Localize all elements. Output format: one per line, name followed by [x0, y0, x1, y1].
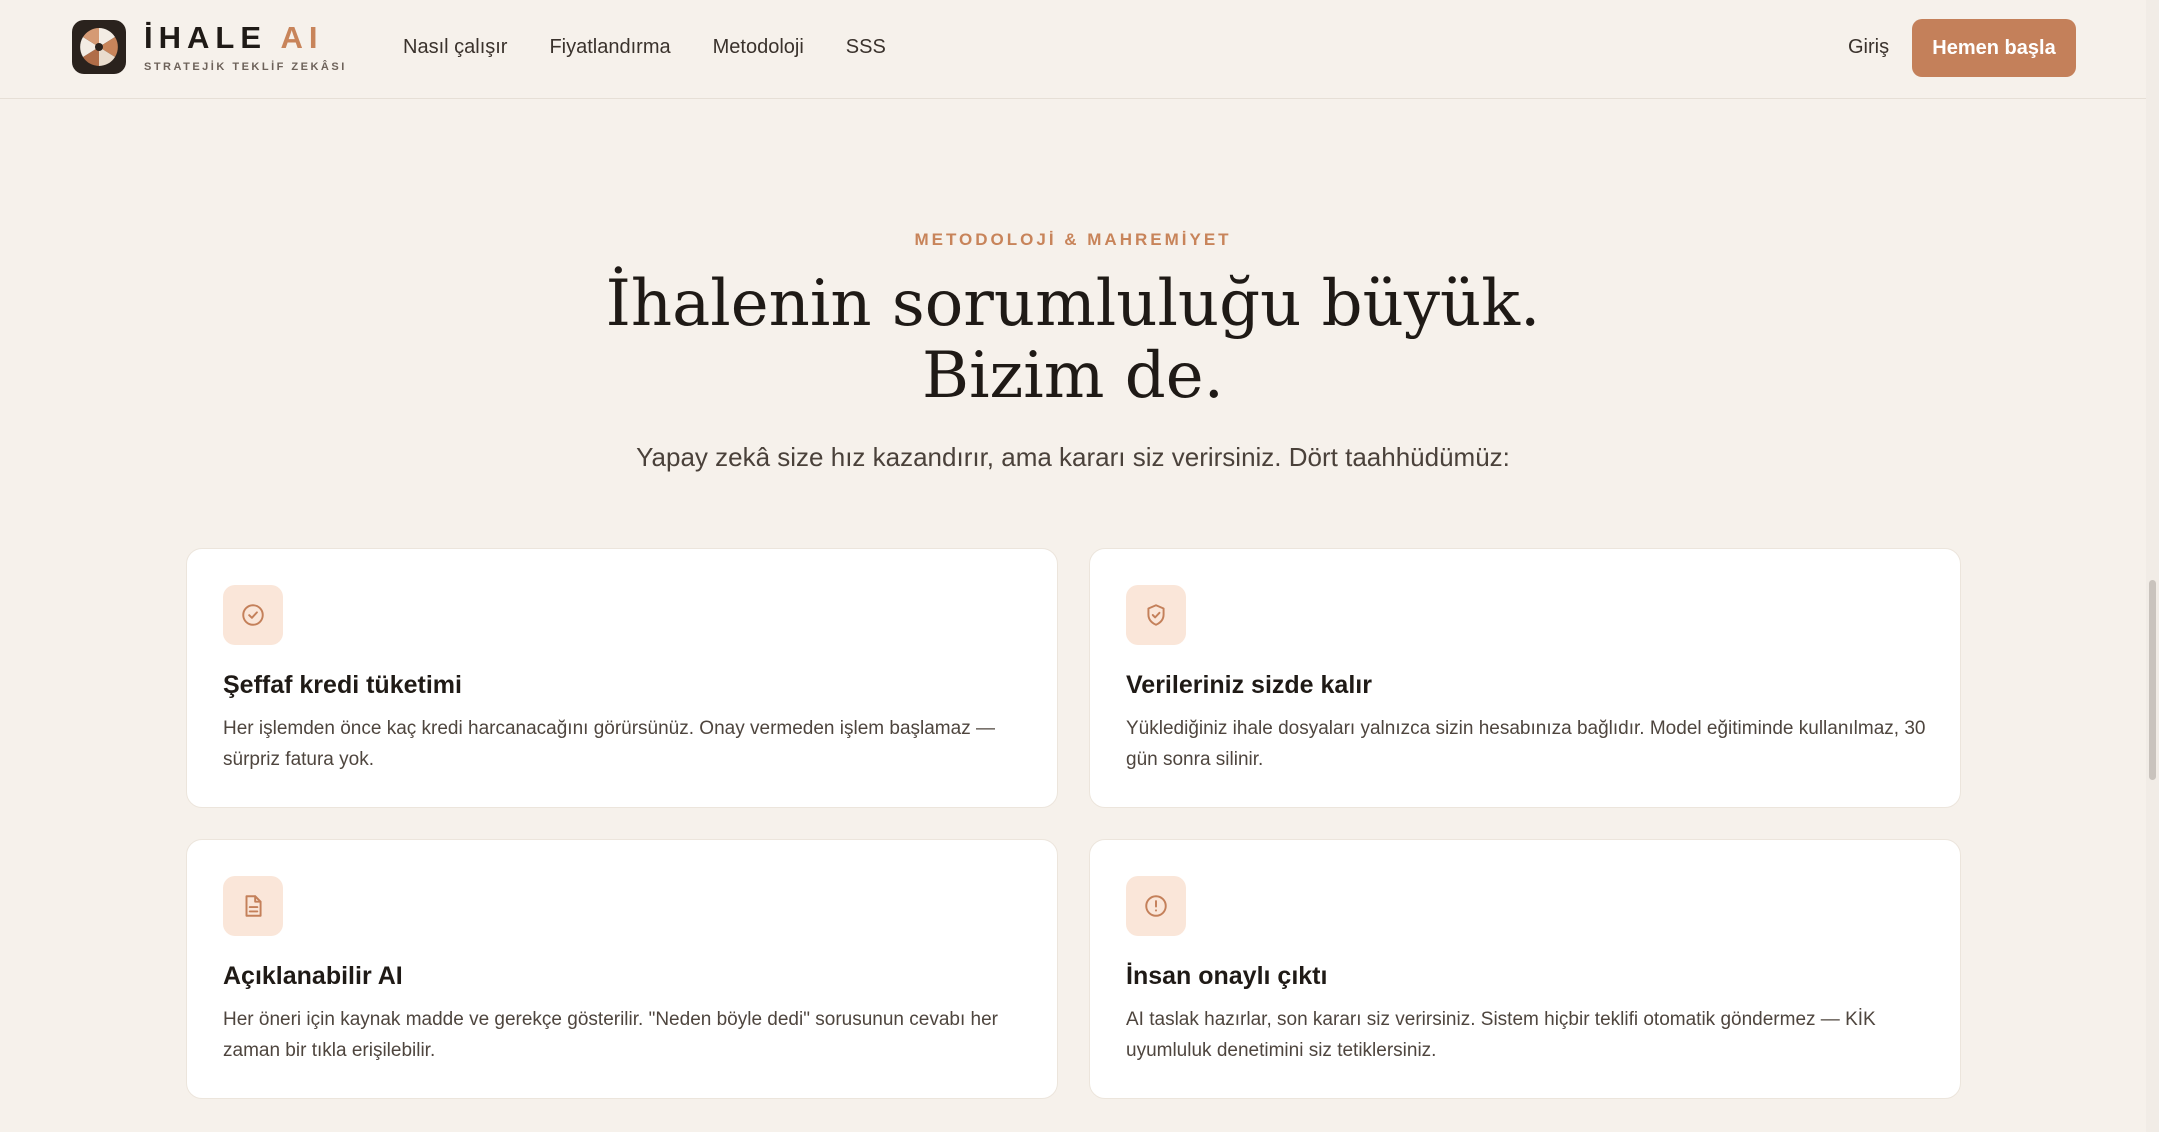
card-title: Şeffaf kredi tüketimi: [223, 671, 462, 699]
document-icon: [223, 876, 283, 936]
nav-pricing[interactable]: Fiyatlandırma: [549, 36, 670, 59]
card-title: Açıklanabilir AI: [223, 962, 403, 990]
aperture-logo-icon: [72, 20, 126, 74]
brand-subtitle: STRATEJİK TEKLİF ZEKÂSI: [144, 61, 347, 73]
login-link[interactable]: Giriş: [1848, 36, 1889, 59]
commitment-card-data-stays: Verileriniz sizde kalır Yüklediğiniz iha…: [1089, 548, 1961, 808]
main-nav: Nasıl çalışır Fiyatlandırma Metodoloji S…: [403, 36, 886, 59]
shield-check-icon: [1126, 585, 1186, 645]
brand-title: İHALE AI: [144, 21, 347, 55]
section-headline: İhalenin sorumluluğu büyük. Bizim de.: [0, 268, 2146, 412]
page-scrollbar[interactable]: [2146, 0, 2159, 1132]
nav-faq[interactable]: SSS: [846, 36, 886, 59]
get-started-button[interactable]: Hemen başla: [1912, 19, 2076, 77]
brand-text: İHALE AI STRATEJİK TEKLİF ZEKÂSI: [144, 21, 347, 74]
check-circle-icon: [223, 585, 283, 645]
alert-circle-icon: [1126, 876, 1186, 936]
card-description: AI taslak hazırlar, son kararı siz verir…: [1126, 1009, 1876, 1061]
brand-title-accent: AI: [280, 20, 324, 55]
card-description: Yüklediğiniz ihale dosyaları yalnızca si…: [1126, 718, 1926, 770]
headline-line-1: İhalenin sorumluluğu büyük.: [605, 267, 1541, 341]
scrollbar-thumb[interactable]: [2149, 580, 2156, 780]
nav-methodology[interactable]: Metodoloji: [713, 36, 804, 59]
commitment-card-human-approved: İnsan onaylı çıktı AI taslak hazırlar, s…: [1089, 839, 1961, 1099]
card-title: Verileriniz sizde kalır: [1126, 671, 1372, 699]
brand-logo[interactable]: İHALE AI STRATEJİK TEKLİF ZEKÂSI: [72, 20, 347, 74]
card-description: Her işlemden önce kaç kredi harcanacağın…: [223, 718, 995, 770]
site-header: İHALE AI STRATEJİK TEKLİF ZEKÂSI Nasıl ç…: [0, 0, 2146, 99]
commitment-card-explainable-ai: Açıklanabilir AI Her öneri için kaynak m…: [186, 839, 1058, 1099]
section-lede: Yapay zekâ size hız kazandırır, ama kara…: [636, 442, 1510, 472]
headline-line-2: Bizim de.: [922, 339, 1224, 413]
card-title: İnsan onaylı çıktı: [1126, 962, 1328, 990]
nav-how-it-works[interactable]: Nasıl çalışır: [403, 36, 507, 59]
section-eyebrow: METODOLOJİ & MAHREMİYET: [914, 230, 1232, 249]
commitment-card-transparent-credits: Şeffaf kredi tüketimi Her işlemden önce …: [186, 548, 1058, 808]
brand-title-main: İHALE: [144, 20, 267, 55]
card-description: Her öneri için kaynak madde ve gerekçe g…: [223, 1009, 998, 1061]
